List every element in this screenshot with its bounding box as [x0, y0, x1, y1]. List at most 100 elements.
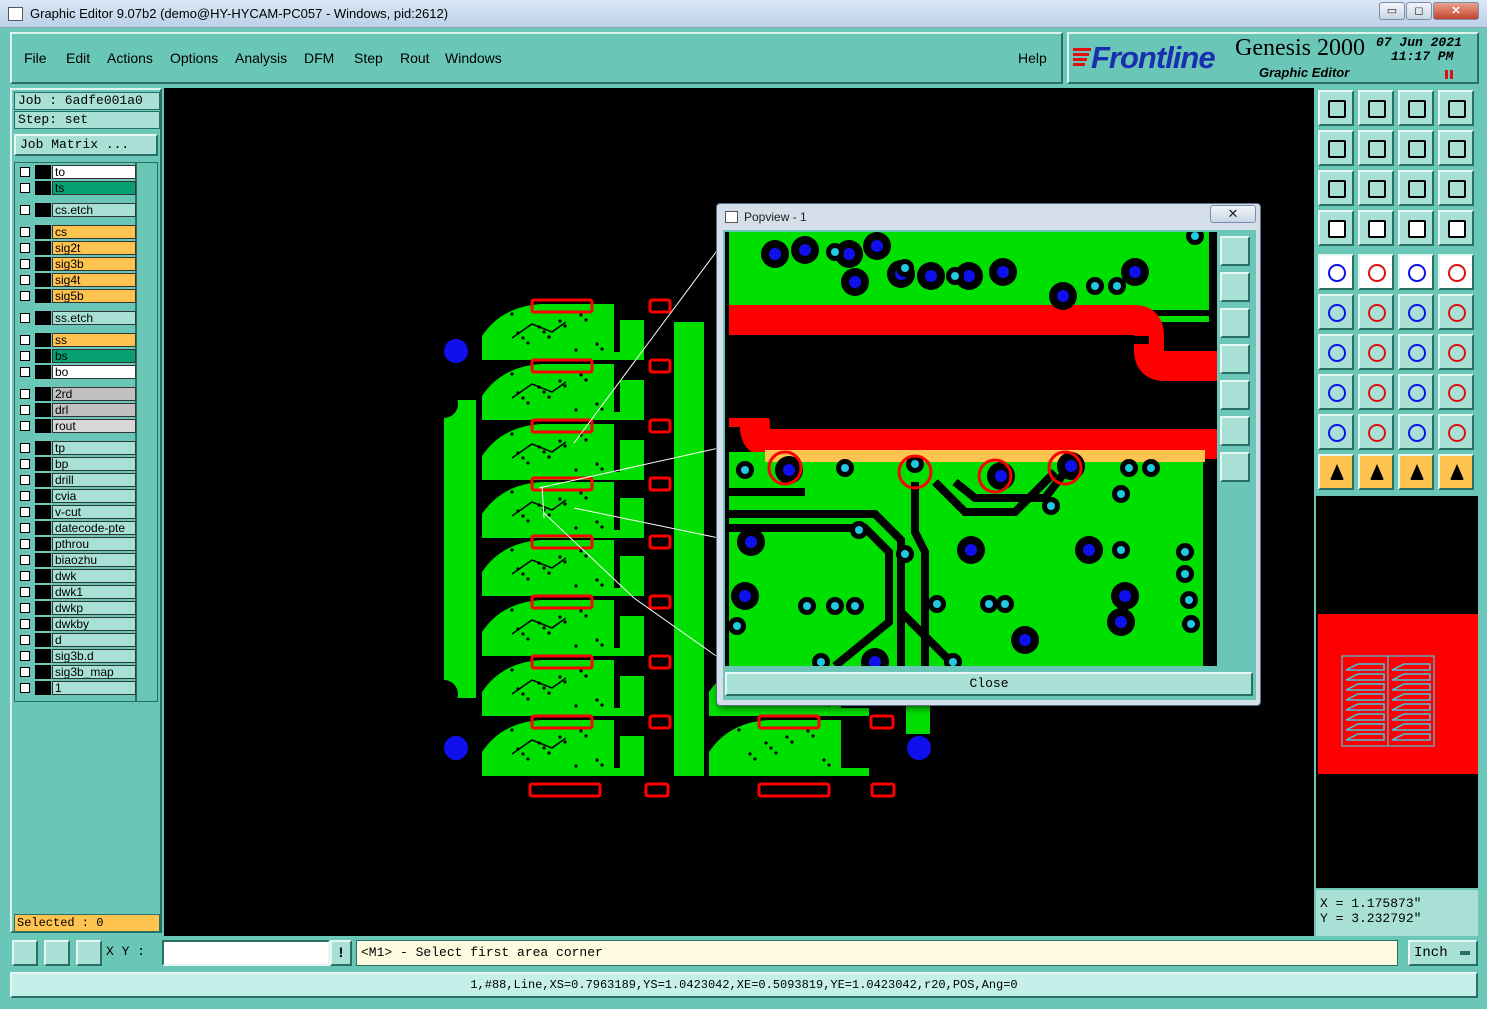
- layer-color-slot[interactable]: [35, 403, 67, 417]
- popview-close-button[interactable]: Close: [725, 672, 1253, 696]
- route-button[interactable]: [1398, 294, 1434, 330]
- diag-button[interactable]: [1358, 334, 1394, 370]
- fit-button[interactable]: [1318, 170, 1354, 206]
- layer-color-slot[interactable]: [35, 457, 51, 471]
- grid-mode-icon[interactable]: [76, 940, 102, 966]
- layer-row[interactable]: datecode-pte: [17, 521, 136, 535]
- layer-name[interactable]: bs: [52, 349, 136, 363]
- layer-row[interactable]: to: [17, 165, 136, 179]
- undo-button[interactable]: [1398, 130, 1434, 166]
- menu-options[interactable]: Options: [170, 50, 218, 66]
- layer-checkbox[interactable]: [20, 443, 30, 453]
- layer-color-slot[interactable]: [35, 289, 51, 303]
- layer-color-slot[interactable]: [35, 241, 51, 255]
- layer-checkbox[interactable]: [20, 635, 30, 645]
- layer-color-slot[interactable]: [35, 633, 51, 647]
- layer-name[interactable]: to: [52, 165, 136, 179]
- redo-button[interactable]: [1438, 130, 1474, 166]
- layer-checkbox[interactable]: [20, 475, 30, 485]
- step-right-button[interactable]: [1358, 130, 1394, 166]
- menu-edit[interactable]: Edit: [66, 50, 90, 66]
- layer-checkbox[interactable]: [20, 523, 30, 533]
- layer-color-slot[interactable]: [35, 333, 51, 347]
- layer-name[interactable]: sig3b: [52, 257, 136, 271]
- popview-pan-right-icon[interactable]: [1220, 380, 1250, 410]
- layer-checkbox[interactable]: [20, 351, 30, 361]
- pause-icon[interactable]: [1445, 70, 1454, 79]
- arc3-button[interactable]: [1438, 414, 1474, 450]
- arc-button[interactable]: [1358, 414, 1394, 450]
- layer-checkbox[interactable]: [20, 205, 30, 215]
- layer-name[interactable]: 1: [52, 681, 136, 695]
- popview-zoom-in-icon[interactable]: [1220, 236, 1250, 266]
- layer-color-slot[interactable]: [35, 349, 51, 363]
- pointer3-button[interactable]: [1398, 454, 1434, 490]
- layer-color-slot[interactable]: [35, 419, 51, 433]
- layer-name[interactable]: dwk: [52, 569, 136, 583]
- point-button[interactable]: [1318, 254, 1354, 290]
- layer-row[interactable]: rout: [17, 419, 136, 433]
- rotate-button[interactable]: [1398, 334, 1434, 370]
- layer-name[interactable]: dwkp: [52, 601, 136, 615]
- layer-checkbox[interactable]: [20, 587, 30, 597]
- layer-row[interactable]: sig3b.d: [17, 649, 136, 663]
- popview-zoom-canvas[interactable]: [725, 232, 1217, 666]
- layer-color-slot[interactable]: [35, 601, 51, 615]
- layer-checkbox[interactable]: [20, 667, 30, 677]
- close-button[interactable]: ✕: [1433, 2, 1479, 20]
- maximize-button[interactable]: ◻: [1406, 2, 1432, 20]
- layer-checkbox[interactable]: [20, 227, 30, 237]
- layer-row[interactable]: dwkp: [17, 601, 136, 615]
- open-job-button[interactable]: [1318, 90, 1354, 126]
- layer-color-slot[interactable]: [35, 181, 51, 195]
- layer-checkbox[interactable]: [20, 683, 30, 693]
- layer-color-slot[interactable]: [35, 681, 67, 695]
- popview-pan-up-icon[interactable]: [1220, 272, 1250, 302]
- layer-row[interactable]: ss: [17, 333, 136, 347]
- layer-row[interactable]: drill: [17, 473, 136, 487]
- alert-icon[interactable]: !: [330, 940, 352, 966]
- layer-name[interactable]: sig4t: [52, 273, 136, 287]
- layer-row[interactable]: ss.etch: [17, 311, 136, 325]
- layer-row[interactable]: bp: [17, 457, 136, 471]
- popview-pan-down-icon[interactable]: [1220, 308, 1250, 338]
- layer-name[interactable]: ss.etch: [52, 311, 136, 325]
- layer-color-slot[interactable]: [35, 649, 51, 663]
- layer-row[interactable]: cs: [17, 225, 136, 239]
- layer-checkbox[interactable]: [20, 167, 30, 177]
- ruler-button[interactable]: [1398, 254, 1434, 290]
- layer-row[interactable]: 2rd: [17, 387, 136, 401]
- minimize-button[interactable]: ▭: [1379, 2, 1405, 20]
- layer-row[interactable]: cs.etch: [17, 203, 136, 217]
- layer-row[interactable]: pthrou: [17, 537, 136, 551]
- layer-name[interactable]: sig2t: [52, 241, 136, 255]
- help-button[interactable]: [1438, 170, 1474, 206]
- layer-checkbox[interactable]: [20, 507, 30, 517]
- layer-color-slot[interactable]: [35, 617, 51, 631]
- layer-row[interactable]: dwk: [17, 569, 136, 583]
- layer-name[interactable]: drill: [52, 473, 136, 487]
- menu-windows[interactable]: Windows: [445, 50, 502, 66]
- layer-name[interactable]: bo: [52, 365, 136, 379]
- probe-button[interactable]: [1358, 210, 1394, 246]
- layer-checkbox[interactable]: [20, 275, 30, 285]
- layer-checkbox[interactable]: [20, 539, 30, 549]
- popview-pan-left-icon[interactable]: [1220, 344, 1250, 374]
- layer-name[interactable]: v-cut: [52, 505, 136, 519]
- layer-row[interactable]: biaozhu: [17, 553, 136, 567]
- layer-color-slot[interactable]: [35, 273, 51, 287]
- layer-checkbox[interactable]: [20, 603, 30, 613]
- popview-close-icon[interactable]: ✕: [1210, 205, 1256, 223]
- layer-name[interactable]: bp: [52, 457, 136, 471]
- snap-grid-button[interactable]: [1438, 210, 1474, 246]
- line-button[interactable]: [1358, 254, 1394, 290]
- layer-color-slot[interactable]: [35, 441, 51, 455]
- xy-input[interactable]: [162, 940, 330, 966]
- layer-color-slot[interactable]: [35, 311, 51, 325]
- layer-checkbox[interactable]: [20, 405, 30, 415]
- align-button[interactable]: [1398, 374, 1434, 410]
- layer-checkbox[interactable]: [20, 243, 30, 253]
- layer-row[interactable]: sig2t: [17, 241, 136, 255]
- layer-color-slot[interactable]: [35, 165, 51, 179]
- layer-name[interactable]: sig5b: [52, 289, 136, 303]
